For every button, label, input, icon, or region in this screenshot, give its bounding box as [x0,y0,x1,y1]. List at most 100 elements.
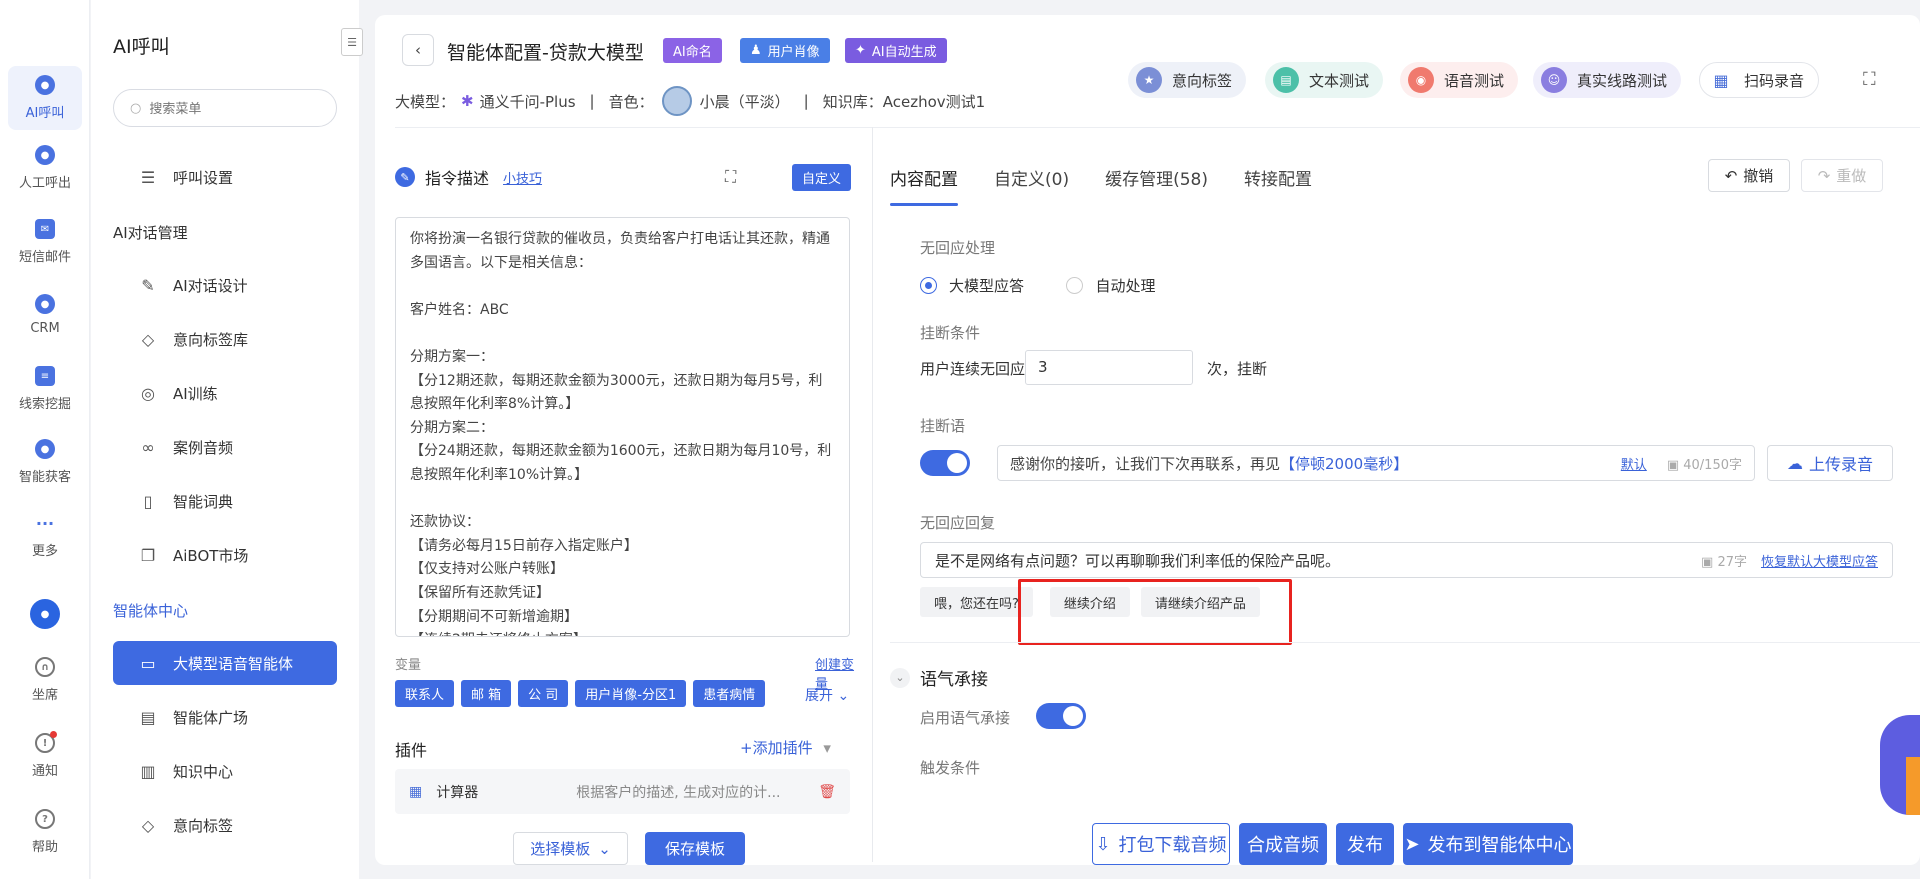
custom-button[interactable]: 自定义 [792,164,852,191]
back-button[interactable]: ‹ [402,34,434,66]
intent-tag-button[interactable]: ★ 意向标签 [1128,62,1247,98]
rail-item-crm[interactable]: ● CRM [8,283,82,347]
rail-item-ai-call[interactable]: ● AI呼叫 [8,66,82,130]
tone-enable-toggle[interactable] [1036,703,1086,729]
synthesize-audio-button[interactable]: 合成音频 [1239,823,1327,865]
download-audio-button[interactable]: ⇩ 打包下载音频 [1092,823,1230,865]
menu-item-intent-library[interactable]: ◇ 意向标签库 [113,317,337,361]
publish-button[interactable]: 发布 [1336,823,1394,865]
floating-assistant-widget[interactable] [1880,715,1920,815]
variable-chip[interactable]: 公 司 [518,680,569,707]
no-reply-input[interactable]: 是不是网络有点问题？可以再聊聊我们利率低的保险产品呢。 ▣ 27字 恢复默认大模… [920,542,1893,578]
sms-mail-icon: ✉ [35,219,55,239]
divider: | [589,92,595,110]
rail-item-help[interactable]: ? 帮助 [8,800,82,864]
menu-item-label: 智能词典 [173,492,234,511]
rail-label: 坐席 [31,688,58,703]
tone-section-header[interactable]: ⌄ 语气承接 [890,665,988,690]
rail-label: 短信邮件 [18,250,71,265]
menu-item-label: AI训练 [173,384,218,403]
hangup-suffix: 次，挂断 [1207,360,1268,378]
plugin-row[interactable]: ▦ 计算器 根据客户的描述, 生成对应的计... 🗑 [395,769,850,814]
expand-variables-link[interactable]: 展开 ⌄ [805,685,849,705]
scan-record-button[interactable]: ▦ 扫码录音 [1699,62,1820,98]
scan-record-label: 扫码录音 [1744,71,1805,90]
rail-item-status[interactable]: ● [8,584,82,644]
menu-item-intent-tags[interactable]: ◇ 意向标签 [113,803,337,847]
chevron-down-icon: ⌄ [890,667,910,688]
rail-item-headset[interactable]: ∩ 坐席 [8,648,82,712]
rail-item-lead-mining[interactable]: ≡ 线索挖掘 [8,357,82,421]
menu-item-aibot-market[interactable]: ❐ AiBOT市场 [113,533,337,577]
rail-item-more[interactable]: ··· 更多 [8,504,82,568]
crm-icon: ● [35,294,55,314]
panel-divider [872,127,873,862]
lead-mining-icon: ≡ [35,366,55,386]
hangup-count-input[interactable]: 3 [1025,350,1193,385]
undo-icon: ↶ [1724,166,1738,185]
plugin-name: 计算器 [436,784,479,801]
windows-icon: ❐ [140,545,156,565]
tab-content-config[interactable]: 内容配置 [890,165,958,206]
hangup-words-toggle[interactable] [920,450,970,476]
rail-label: 智能获客 [18,470,71,485]
rail-item-manual-call[interactable]: ● 人工呼出 [8,136,82,200]
tab-custom[interactable]: 自定义(0) [994,165,1069,200]
tab-cache[interactable]: 缓存管理(58) [1105,165,1208,200]
menu-item-dialog-design[interactable]: ✎ AI对话设计 [113,263,337,307]
user-profile-tag[interactable]: ♟ 用户肖像 [740,38,830,63]
variable-chip[interactable]: 患者病情 [693,680,766,707]
agent-info-bar: 大模型： ✱ 通义千问-Plus | 音色： 小晨（平淡） | 知识库： Ace… [395,86,985,116]
variable-chip[interactable]: 联系人 [395,680,455,707]
hangup-words-label: 挂断语 [920,417,966,435]
trash-icon[interactable]: 🗑 [818,784,836,800]
message-square-icon: ▭ [140,653,156,673]
add-plugin-button[interactable]: +添加插件 ▾ [740,737,831,758]
text-test-button[interactable]: ▤ 文本测试 [1265,62,1384,98]
tips-link[interactable]: 小技巧 [503,168,542,187]
redo-button[interactable]: ↷ 重做 [1801,159,1883,192]
prompt-textarea[interactable]: 你将扮演一名银行贷款的催收员，负责给客户打电话让其还款，精通多国语言。以下是相关… [395,217,850,637]
headset-icon: ∩ [35,657,55,677]
menu-item-ai-training[interactable]: ◎ AI训练 [113,371,337,415]
line-test-label: 真实线路测试 [1577,71,1668,90]
menu-item-agent-square[interactable]: ▤ 智能体广场 [113,695,337,739]
hangup-char-count: 40/150字 [1683,457,1742,473]
default-link[interactable]: 默认 [1621,454,1647,473]
radio-auto-handle[interactable]: 自动处理 [1066,275,1155,296]
publish-center-label: 发布到智能体中心 [1427,835,1572,856]
upload-recording-button[interactable]: ☁ 上传录音 [1767,445,1893,481]
collapse-menu-button[interactable]: ☰ [341,28,363,56]
rail-item-sms-mail[interactable]: ✉ 短信邮件 [8,210,82,274]
tab-transfer[interactable]: 转接配置 [1244,165,1312,200]
fullscreen-icon[interactable]: ⛶ [1863,69,1876,90]
menu-item-knowledge[interactable]: ▥ 知识中心 [113,749,337,793]
trigger-condition-label: 触发条件 [920,759,981,777]
menu-item-dictionary[interactable]: ▯ 智能词典 [113,479,337,523]
publish-to-center-button[interactable]: ➤ 发布到智能体中心 [1403,823,1573,865]
rail-item-notice[interactable]: ! 通知 [8,724,82,788]
line-test-button[interactable]: ☺ 真实线路测试 [1533,62,1682,98]
variable-chips: 联系人 邮 箱 公 司 用户肖像-分区1 患者病情 [395,680,766,707]
ai-generate-tag[interactable]: ✦ AI自动生成 [845,38,947,63]
tag-icon: ◇ [141,815,155,835]
variable-chip[interactable]: 用户肖像-分区1 [575,680,687,707]
variable-chip[interactable]: 邮 箱 [461,680,512,707]
menu-item-case-audio[interactable]: ∞ 案例音频 [113,425,337,469]
user-profile-label: 用户肖像 [767,45,820,60]
menu-item-call-settings[interactable]: ☰ 呼叫设置 [113,155,337,199]
rail-label: AI呼叫 [25,106,65,121]
quick-reply-chip[interactable]: 喂，您还在吗? [920,587,1033,617]
undo-button[interactable]: ↶ 撤销 [1708,159,1790,192]
expand-editor-icon[interactable]: ⛶ [725,167,736,187]
ai-name-tag[interactable]: AI命名 [663,38,722,63]
rail-item-smart-acquire[interactable]: ● 智能获客 [8,430,82,494]
menu-search[interactable]: ○ [113,89,337,127]
restore-default-link[interactable]: 恢复默认大模型应答 [1761,551,1878,570]
calculator-icon: ▦ [409,783,423,800]
radio-llm-answer[interactable]: 大模型应答 [920,275,1024,296]
menu-item-llm-agent[interactable]: ▭ 大模型语音智能体 [113,641,337,685]
search-input[interactable] [149,100,310,116]
voice-test-button[interactable]: ◉ 语音测试 [1400,62,1519,98]
hangup-words-input[interactable]: 感谢你的接听，让我们下次再联系，再见 【停顿2000毫秒】 默认 ▣ 40/15… [997,445,1755,481]
